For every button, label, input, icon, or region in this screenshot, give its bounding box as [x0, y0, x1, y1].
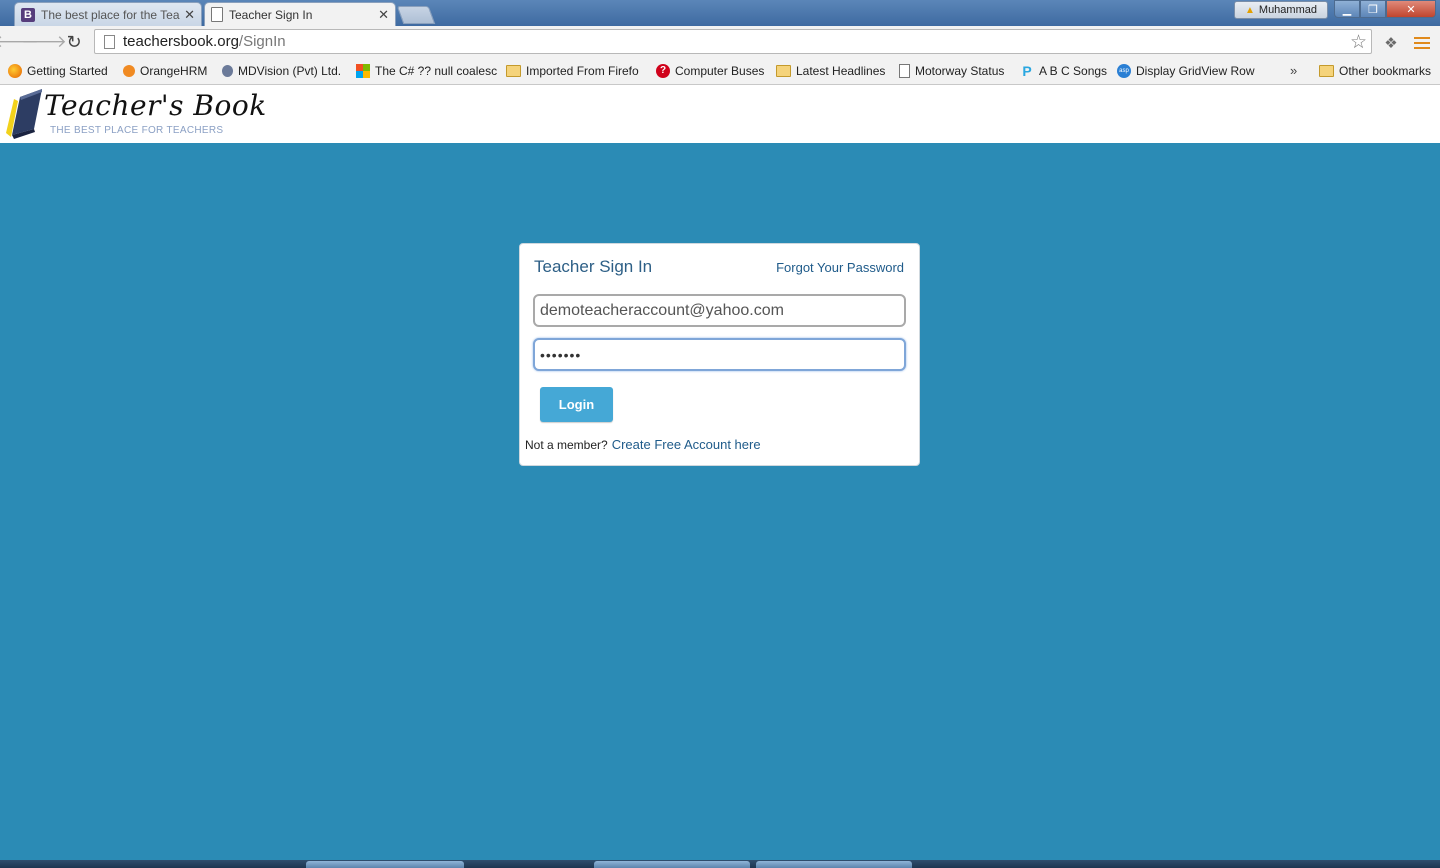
password-field[interactable] [533, 338, 906, 371]
bookmarks-overflow-button[interactable]: » [1290, 63, 1297, 78]
page-icon [211, 7, 223, 22]
bookmark-label: A B C Songs [1039, 64, 1108, 78]
tab-close-icon[interactable]: ✕ [184, 7, 195, 23]
user-name: Muhammad [1258, 4, 1317, 16]
bookmark-label: Getting Started [27, 64, 108, 78]
bookmark-mdvision[interactable]: MDVision (Pvt) Ltd. [222, 62, 341, 80]
tab-label: The best place for the Tea [41, 7, 180, 22]
not-member-text: Not a member? [525, 438, 608, 452]
minimize-button[interactable]: ▁ [1334, 0, 1360, 18]
logo-tagline: THE BEST PLACE FOR TEACHERS [50, 125, 224, 136]
bookmarks-bar: Getting Started OrangeHRM MDVision (Pvt)… [0, 58, 1440, 85]
folder-icon [506, 65, 521, 77]
new-tab-button[interactable] [396, 6, 436, 24]
url-path: /SignIn [238, 33, 286, 50]
bookmark-latest-headlines[interactable]: Latest Headlines [776, 62, 885, 80]
url-host: teachersbook.org [123, 33, 239, 50]
site-header: Teacher's Book THE BEST PLACE FOR TEACHE… [0, 85, 1440, 143]
firefox-icon [8, 64, 22, 78]
taskbar-item[interactable] [594, 861, 750, 868]
os-taskbar [0, 860, 1440, 868]
bookmark-getting-started[interactable]: Getting Started [8, 62, 108, 80]
bookmark-motorway-status[interactable]: Motorway Status [899, 62, 1004, 80]
microsoft-icon [356, 64, 370, 78]
browser-titlebar: B The best place for the Tea ✕ Teacher S… [0, 0, 1440, 26]
menu-icon[interactable] [1414, 34, 1430, 50]
bookmark-label: OrangeHRM [140, 64, 208, 78]
signin-card: Teacher Sign In Forgot Your Password Log… [519, 243, 920, 466]
bookmark-computer-buses[interactable]: ? Computer Buses [656, 62, 764, 80]
bookmark-other-bookmarks[interactable]: Other bookmarks [1319, 62, 1431, 80]
page-icon [104, 34, 115, 49]
logo-title: Teacher's Book [44, 89, 267, 122]
create-account-link[interactable]: Create Free Account here [612, 437, 761, 452]
bookmark-imported-firefox[interactable]: Imported From Firefo [506, 62, 639, 80]
book-logo-icon [6, 89, 42, 139]
signup-prompt: Not a member? Create Free Account here [525, 437, 761, 452]
bookmark-label: Computer Buses [675, 64, 765, 78]
close-window-button[interactable]: ✕ [1386, 0, 1436, 18]
dropbox-icon[interactable]: ❖ [1382, 34, 1400, 52]
asp-icon: asp [1117, 64, 1131, 78]
browser-toolbar: 🡐 🡒 ↻ teachersbook.org/SignIn ☆ [0, 26, 1440, 58]
bookmark-label: The C# ?? null coalesc [375, 64, 498, 78]
login-button[interactable]: Login [540, 387, 613, 422]
bookmark-abc-songs[interactable]: P A B C Songs [1020, 62, 1107, 80]
email-field[interactable] [533, 294, 906, 327]
folder-icon [776, 65, 791, 77]
bookmark-label: MDVision (Pvt) Ltd. [238, 64, 342, 78]
signin-title: Teacher Sign In [534, 257, 653, 276]
bookmark-label: Other bookmarks [1339, 64, 1432, 78]
taskbar-item[interactable] [756, 861, 912, 868]
bookmark-label: Motorway Status [915, 64, 1005, 78]
forgot-password-link[interactable]: Forgot Your Password [776, 260, 904, 275]
address-bar[interactable]: teachersbook.org/SignIn ☆ [94, 29, 1372, 54]
tab-best-place[interactable]: B The best place for the Tea ✕ [14, 2, 202, 26]
p-brand-icon: P [1022, 63, 1032, 79]
taskbar-item[interactable] [306, 861, 464, 868]
forward-arrow-icon[interactable]: 🡒 [21, 32, 67, 52]
orange-icon [123, 65, 135, 77]
folder-icon [1319, 65, 1334, 77]
bookmark-label: Imported From Firefo [526, 64, 639, 78]
bookmark-star-icon[interactable]: ☆ [1350, 31, 1367, 54]
browser-user-badge[interactable]: ▲ Muhammad [1234, 1, 1328, 19]
bookmark-orangehrm[interactable]: OrangeHRM [123, 62, 207, 80]
site-logo[interactable]: Teacher's Book THE BEST PLACE FOR TEACHE… [2, 87, 266, 141]
tab-teacher-sign-in[interactable]: Teacher Sign In ✕ [204, 2, 396, 26]
mdvision-icon [222, 65, 233, 77]
bookmark-label: Latest Headlines [796, 64, 886, 78]
maximize-button[interactable]: ❐ [1360, 0, 1386, 18]
warning-icon: ▲ [1245, 4, 1255, 16]
bookmark-label: Display GridView Row [1136, 64, 1255, 78]
bookmark-display-gridview[interactable]: asp Display GridView Row [1117, 62, 1254, 80]
reload-icon[interactable]: ↻ [64, 32, 84, 52]
page-icon [899, 64, 910, 78]
bookmark-csharp-null[interactable]: The C# ?? null coalesc [356, 62, 497, 80]
question-icon: ? [656, 64, 670, 78]
tab-label: Teacher Sign In [229, 7, 313, 22]
bootstrap-b-icon: B [21, 7, 35, 22]
tab-close-icon[interactable]: ✕ [378, 7, 389, 23]
